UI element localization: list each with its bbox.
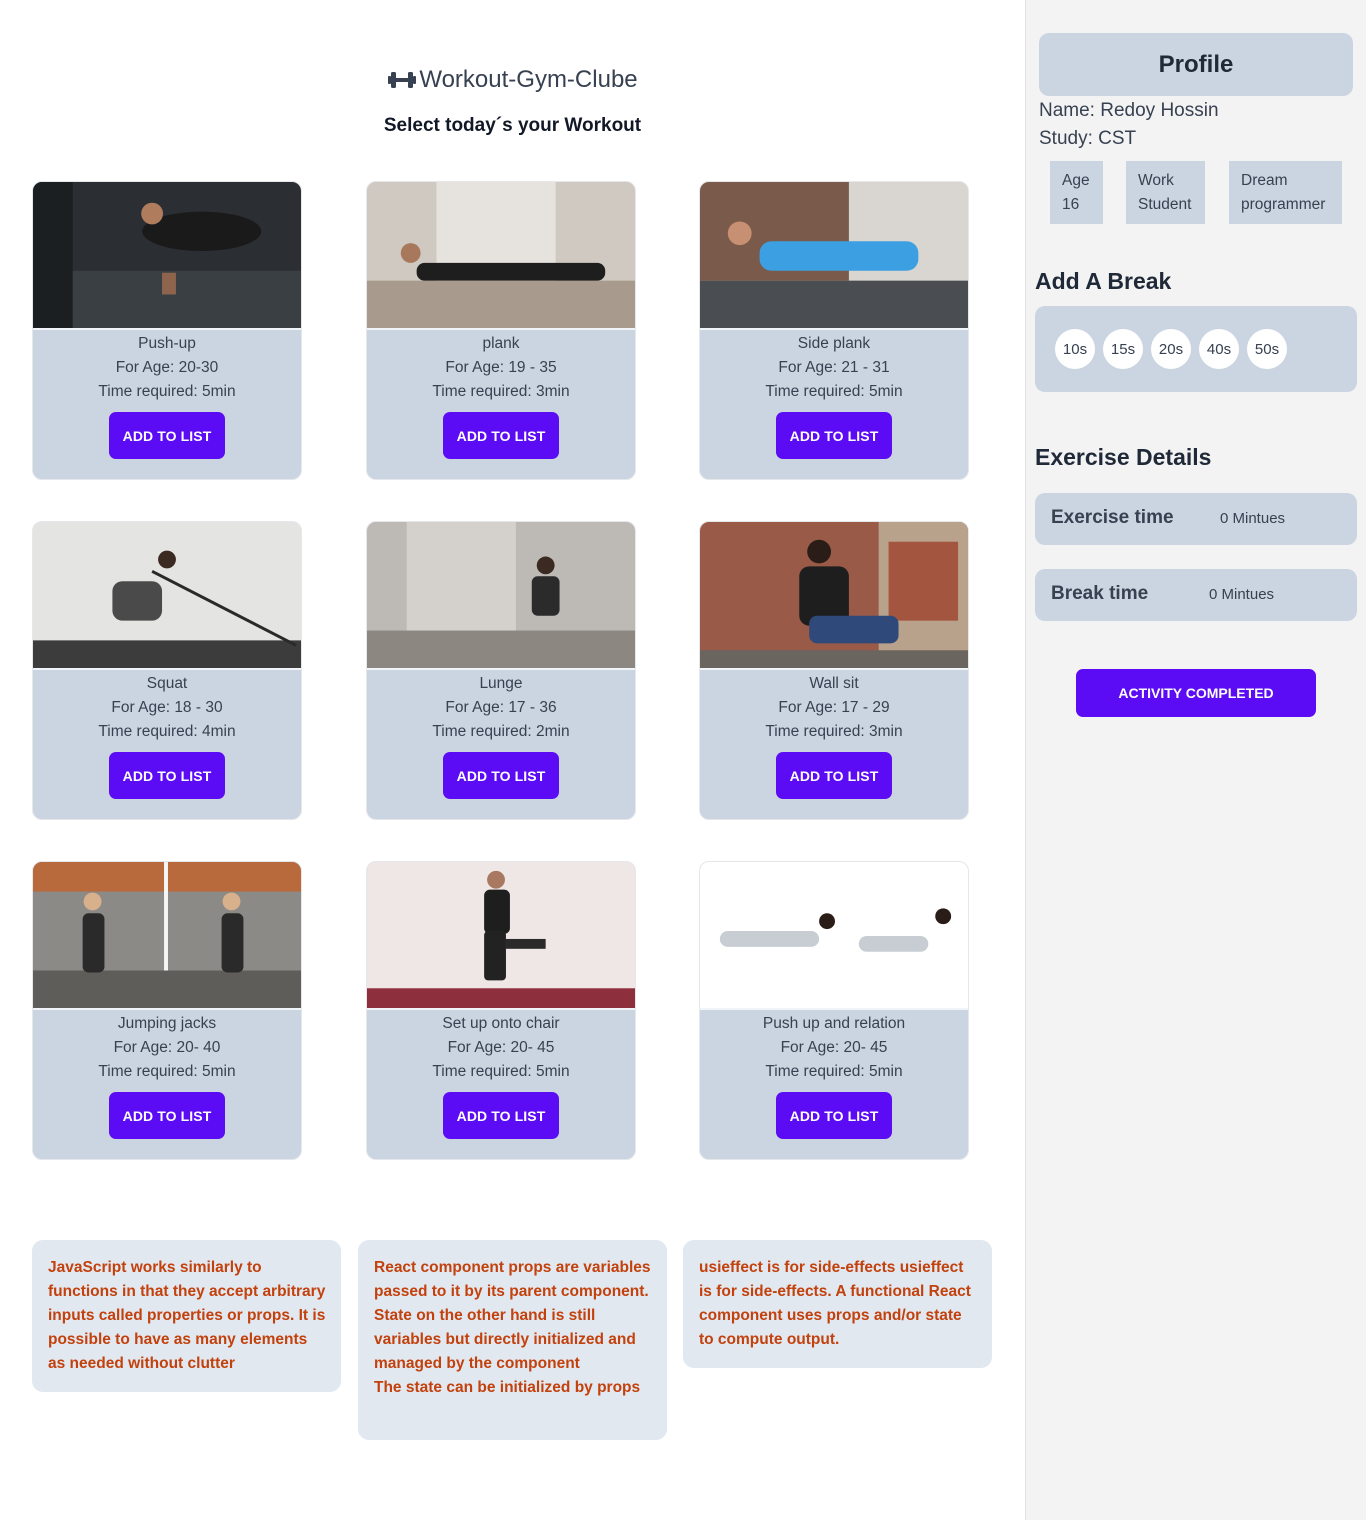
exercise-time: Time required: 5min (98, 383, 236, 400)
qa-card: React component props are variables pass… (358, 1240, 667, 1440)
add-to-list-button[interactable]: ADD TO LIST (109, 1092, 225, 1139)
profile-title: Profile (1039, 33, 1353, 96)
exercise-card: Push up and relation For Age: 20- 45 Tim… (699, 861, 969, 1160)
chip-value: Student (1138, 196, 1192, 213)
exercise-image (700, 522, 968, 670)
exercise-image (367, 862, 635, 1010)
exercise-name: Wall sit (809, 675, 859, 692)
add-to-list-button[interactable]: ADD TO LIST (776, 752, 892, 799)
exercise-time-box: Exercise time 0 Mintues (1035, 493, 1357, 545)
exercise-time: Time required: 5min (765, 1063, 903, 1080)
exercise-image (33, 182, 301, 330)
activity-completed-button[interactable]: ACTIVITY COMPLETED (1076, 669, 1316, 717)
profile-chip-dream: Dream programmer (1229, 161, 1342, 224)
main-content: Workout-Gym-Clube Select today´s your Wo… (0, 0, 1025, 1520)
exercise-card: Push-up For Age: 20-30 Time required: 5m… (32, 181, 302, 480)
chip-label: Age (1062, 172, 1090, 189)
chip-label: Work (1138, 172, 1174, 189)
add-to-list-button[interactable]: ADD TO LIST (776, 1092, 892, 1139)
break-time-box: Break time 0 Mintues (1035, 569, 1357, 621)
exercise-name: Lunge (479, 675, 523, 692)
exercise-time: Time required: 5min (765, 383, 903, 400)
add-to-list-button[interactable]: ADD TO LIST (109, 412, 225, 459)
exercise-age: For Age: 20- 45 (447, 1039, 555, 1056)
exercise-time: Time required: 4min (98, 723, 236, 740)
break-option-50s[interactable]: 50s (1247, 329, 1287, 369)
exercise-name: Push up and relation (762, 1015, 906, 1032)
exercise-age: For Age: 20- 45 (780, 1039, 888, 1056)
exercise-card: Squat For Age: 18 - 30 Time required: 4m… (32, 521, 302, 820)
exercise-image (700, 182, 968, 330)
exercise-age: For Age: 17 - 36 (445, 699, 557, 716)
chip-value: programmer (1241, 196, 1326, 213)
qa-card: JavaScript works similarly to functions … (32, 1240, 341, 1392)
dumbbell-icon (387, 69, 417, 91)
qa-text: JavaScript works similarly to functions … (48, 1259, 326, 1372)
exercise-name: Set up onto chair (442, 1015, 560, 1032)
break-option-15s[interactable]: 15s (1103, 329, 1143, 369)
break-time-label: Break time (1051, 583, 1149, 604)
exercise-time: Time required: 3min (765, 723, 903, 740)
exercise-age: For Age: 20- 40 (113, 1039, 221, 1056)
qa-text: React component props are variables pass… (374, 1259, 651, 1372)
exercise-image (33, 522, 301, 670)
page-subtitle: Select today´s your Workout (383, 115, 642, 136)
exercise-time: Time required: 2min (432, 723, 570, 740)
exercise-time-label: Exercise time (1051, 507, 1174, 528)
qa-text-extra: The state can be initialized by props (374, 1379, 641, 1396)
exercise-age: For Age: 19 - 35 (445, 359, 557, 376)
chip-value: 16 (1062, 196, 1080, 213)
exercise-time-value: 0 Mintues (1220, 510, 1286, 527)
qa-text: usieffect is for side-effects usieffect … (699, 1259, 971, 1348)
add-to-list-button[interactable]: ADD TO LIST (443, 752, 559, 799)
exercise-card: Side plank For Age: 21 - 31 Time require… (699, 181, 969, 480)
add-to-list-button[interactable]: ADD TO LIST (109, 752, 225, 799)
exercise-card: Set up onto chair For Age: 20- 45 Time r… (366, 861, 636, 1160)
qa-card: usieffect is for side-effects usieffect … (683, 1240, 992, 1368)
break-options: 10s 15s 20s 40s 50s (1035, 306, 1357, 392)
exercise-image (367, 522, 635, 670)
exercise-time: Time required: 5min (98, 1063, 236, 1080)
exercise-time: Time required: 3min (432, 383, 570, 400)
site-title-text: Workout-Gym-Clube (419, 66, 638, 93)
exercise-image (367, 182, 635, 330)
add-to-list-button[interactable]: ADD TO LIST (776, 412, 892, 459)
exercise-age: For Age: 21 - 31 (778, 359, 890, 376)
exercise-time: Time required: 5min (432, 1063, 570, 1080)
profile-name: Name: Redoy Hossin (1039, 100, 1219, 121)
exercise-card: Wall sit For Age: 17 - 29 Time required:… (699, 521, 969, 820)
profile-study: Study: CST (1039, 128, 1137, 149)
exercise-name: plank (482, 335, 520, 352)
exercise-age: For Age: 17 - 29 (778, 699, 890, 716)
exercise-name: Squat (146, 675, 188, 692)
break-time-value: 0 Mintues (1209, 586, 1275, 603)
break-title: Add A Break (1035, 268, 1172, 294)
exercise-card: Jumping jacks For Age: 20- 40 Time requi… (32, 861, 302, 1160)
add-to-list-button[interactable]: ADD TO LIST (443, 412, 559, 459)
exercise-name: Side plank (797, 335, 871, 352)
exercise-details-title: Exercise Details (1035, 444, 1212, 470)
exercise-age: For Age: 18 - 30 (111, 699, 223, 716)
break-option-40s[interactable]: 40s (1199, 329, 1239, 369)
sidebar: Profile Name: Redoy Hossin Study: CST Ag… (1025, 0, 1366, 1520)
profile-chip-work: Work Student (1126, 161, 1205, 224)
exercise-name: Push-up (138, 335, 196, 352)
exercise-card: plank For Age: 19 - 35 Time required: 3m… (366, 181, 636, 480)
exercise-card: Lunge For Age: 17 - 36 Time required: 2m… (366, 521, 636, 820)
exercise-name: Jumping jacks (117, 1015, 217, 1032)
exercise-image (700, 862, 968, 1010)
break-option-10s[interactable]: 10s (1055, 329, 1095, 369)
exercise-age: For Age: 20-30 (115, 359, 219, 376)
break-option-20s[interactable]: 20s (1151, 329, 1191, 369)
chip-label: Dream (1241, 172, 1288, 189)
add-to-list-button[interactable]: ADD TO LIST (443, 1092, 559, 1139)
exercise-image (33, 862, 301, 1010)
profile-chip-age: Age 16 (1050, 161, 1103, 224)
site-title: Workout-Gym-Clube (0, 66, 1025, 94)
